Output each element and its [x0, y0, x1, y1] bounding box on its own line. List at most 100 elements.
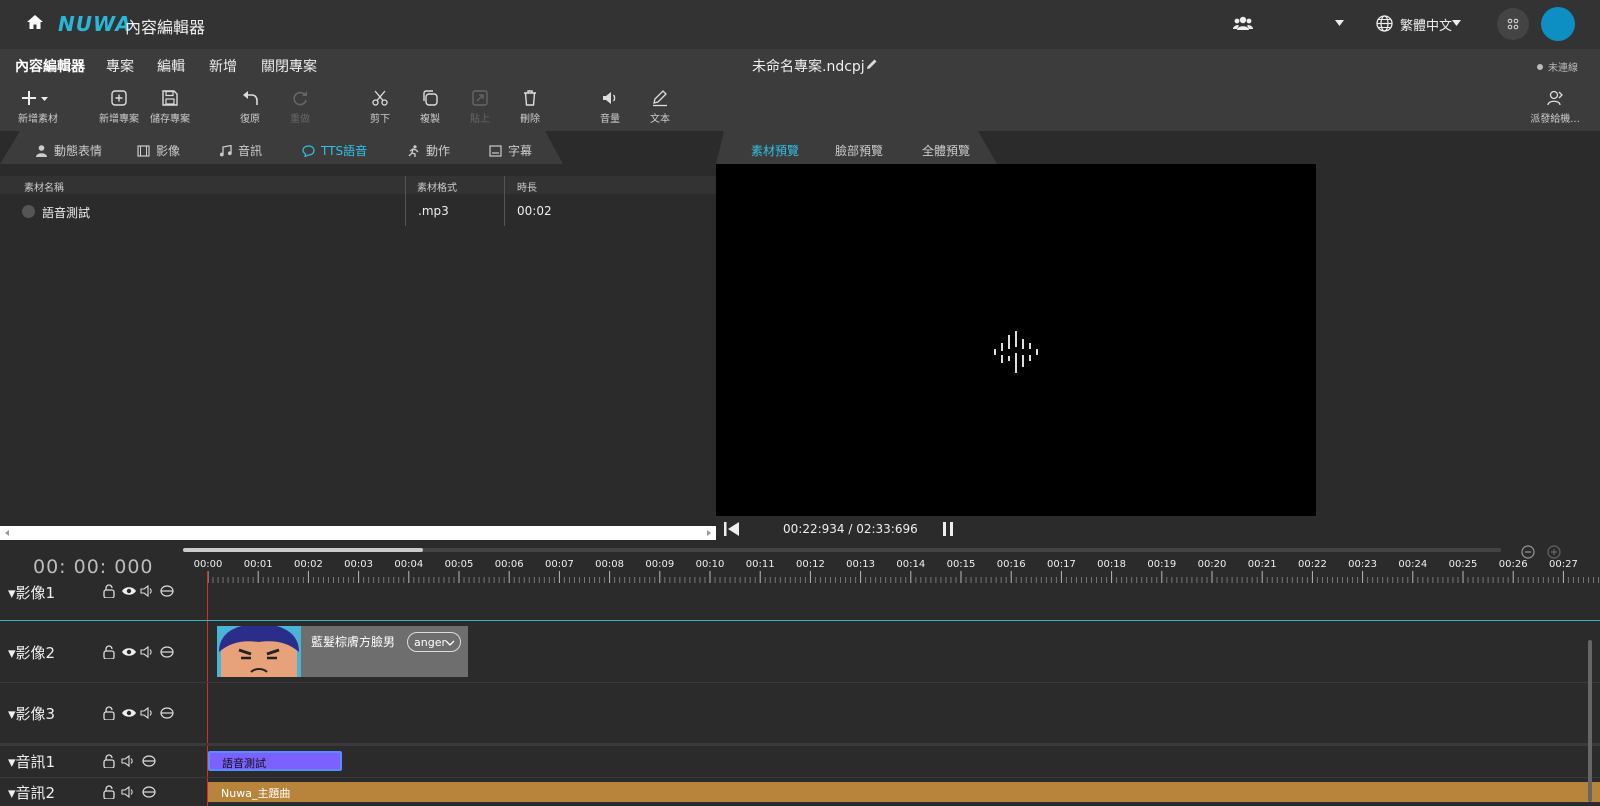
table-row[interactable]: 語音測試 .mp3 00:02	[0, 198, 716, 224]
music-clip[interactable]: Nuwa_主題曲	[208, 782, 1600, 802]
remove-asset-icon[interactable]	[22, 205, 35, 218]
tab-subtitle[interactable]: 字幕	[489, 142, 532, 159]
chevron-down-icon[interactable]	[1452, 20, 1461, 26]
app-bar: NUWA 內容編輯器 繁體中文	[0, 0, 1600, 49]
speaker-icon[interactable]	[140, 706, 152, 720]
rename-pen-icon[interactable]	[866, 58, 878, 70]
globe-icon[interactable]	[1376, 15, 1393, 32]
vertical-scrollbar[interactable]	[1588, 640, 1592, 802]
lock-icon[interactable]	[103, 754, 115, 768]
track-header-audio1: ▾音訊1	[0, 750, 207, 772]
lock-icon[interactable]	[103, 584, 115, 598]
chat-bubble-icon	[302, 145, 315, 157]
lock-icon[interactable]	[103, 706, 115, 720]
ruler-tick-label: 00:16	[997, 559, 1026, 570]
apps-button[interactable]	[1497, 8, 1529, 40]
delete-button[interactable]: 刪除	[500, 89, 560, 125]
ruler-tick-label: 00:26	[1499, 559, 1528, 570]
track-label: 音訊1	[15, 753, 56, 771]
apps-icon	[1507, 18, 1519, 30]
lips-icon[interactable]	[142, 786, 156, 798]
eye-icon[interactable]	[122, 648, 136, 656]
playhead[interactable]	[207, 571, 208, 806]
tab-label: 動態表情	[54, 144, 103, 158]
lock-icon[interactable]	[103, 785, 115, 799]
column-header-format[interactable]: 素材格式	[417, 179, 457, 194]
skip-to-start-icon[interactable]	[723, 521, 741, 537]
ruler-tick-label: 00:20	[1198, 559, 1227, 570]
ruler-tick-label: 00:12	[796, 559, 825, 570]
tab-face-preview[interactable]: 臉部預覽	[835, 142, 883, 159]
lips-icon[interactable]	[160, 707, 174, 719]
chevron-down-icon[interactable]	[1335, 20, 1344, 26]
tab-label: 字幕	[508, 144, 533, 158]
tts-clip[interactable]: 語音測試	[208, 751, 342, 771]
lips-icon[interactable]	[160, 646, 174, 658]
track-icons	[103, 706, 174, 720]
save-project-button[interactable]: 儲存專案	[140, 89, 200, 125]
text-button[interactable]: 文本	[630, 89, 690, 125]
track-icons	[103, 584, 174, 598]
home-icon[interactable]	[26, 14, 44, 30]
ruler-tick-label: 00:11	[746, 559, 775, 570]
running-icon	[408, 145, 419, 157]
expand-caret-icon[interactable]: ▾	[8, 705, 16, 723]
menu-project[interactable]: 專案	[106, 56, 134, 76]
pause-icon[interactable]	[941, 521, 955, 537]
time-ruler[interactable]: 00:00 00:01 00:02 00:03 00:04 00:05 00:06 00:07…	[183, 547, 1600, 589]
eye-icon[interactable]	[122, 709, 136, 717]
menu-edit[interactable]: 編輯	[157, 56, 185, 76]
track-divider	[0, 777, 1600, 778]
track-name[interactable]: ▾影像2	[8, 642, 55, 663]
menu-new[interactable]: 新增	[209, 56, 237, 76]
column-header-name[interactable]: 素材名稱	[24, 179, 64, 194]
expand-caret-icon[interactable]: ▾	[8, 644, 16, 662]
column-header-duration[interactable]: 時長	[517, 179, 537, 194]
users-icon[interactable]	[1233, 16, 1253, 30]
horizontal-scrollbar[interactable]	[0, 526, 716, 540]
avatar[interactable]	[1541, 7, 1575, 41]
eye-icon[interactable]	[122, 587, 136, 595]
tab-motion[interactable]: 動作	[407, 142, 450, 159]
menu-close-project[interactable]: 關閉專案	[261, 56, 317, 76]
speaker-icon[interactable]	[140, 584, 152, 598]
tab-image[interactable]: 影像	[137, 142, 180, 159]
language-select[interactable]: 繁體中文	[1400, 15, 1452, 34]
redo-button[interactable]: 重做	[270, 89, 330, 125]
dispatch-icon	[1547, 90, 1563, 106]
expand-caret-icon[interactable]: ▾	[8, 784, 16, 802]
track-name[interactable]: ▾影像3	[8, 703, 55, 724]
lips-icon[interactable]	[160, 585, 174, 597]
expand-caret-icon[interactable]: ▾	[8, 584, 16, 602]
lips-icon[interactable]	[142, 755, 156, 767]
lock-icon[interactable]	[103, 645, 115, 659]
speaker-icon[interactable]	[121, 754, 133, 768]
tab-tts[interactable]: TTS語音	[302, 142, 367, 159]
tab-full-preview[interactable]: 全體預覽	[922, 142, 970, 159]
connection-status: 未連線	[1537, 59, 1578, 74]
tab-asset-preview[interactable]: 素材預覽	[751, 142, 799, 159]
asset-list-panel: 素材名稱 素材格式 時長 語音測試 .mp3 00:02	[0, 164, 716, 542]
dispatch-button[interactable]: 派發給機...	[1525, 89, 1585, 125]
track-name[interactable]: ▾影像1	[8, 582, 55, 603]
ruler-tick-label: 00:15	[947, 559, 976, 570]
track-label: 影像2	[15, 644, 56, 662]
tab-dynamic-expression[interactable]: 動態表情	[35, 142, 102, 159]
timeline-scroll-thumb[interactable]	[183, 548, 423, 552]
connection-label: 未連線	[1548, 63, 1578, 74]
track-name[interactable]: ▾音訊2	[8, 782, 55, 803]
ruler-tick-label: 00:05	[445, 559, 474, 570]
tab-audio[interactable]: 音訊	[219, 142, 262, 159]
speaker-icon[interactable]	[140, 645, 152, 659]
emotion-select[interactable]: anger	[407, 632, 461, 652]
speaker-icon[interactable]	[121, 785, 133, 799]
face-clip[interactable]: 藍髮棕膚方臉男 anger	[217, 626, 468, 677]
tool-label: 儲存專案	[150, 114, 190, 125]
add-asset-button[interactable]: 新增素材	[8, 89, 68, 125]
track-header-audio2: ▾音訊2	[0, 781, 207, 803]
track-header-image1: ▾影像1	[0, 580, 207, 602]
menu-content-editor[interactable]: 內容編輯器	[15, 56, 85, 76]
track-name[interactable]: ▾音訊1	[8, 751, 55, 772]
expand-caret-icon[interactable]: ▾	[8, 753, 16, 771]
ruler-tick-label: 00:18	[1097, 559, 1126, 570]
